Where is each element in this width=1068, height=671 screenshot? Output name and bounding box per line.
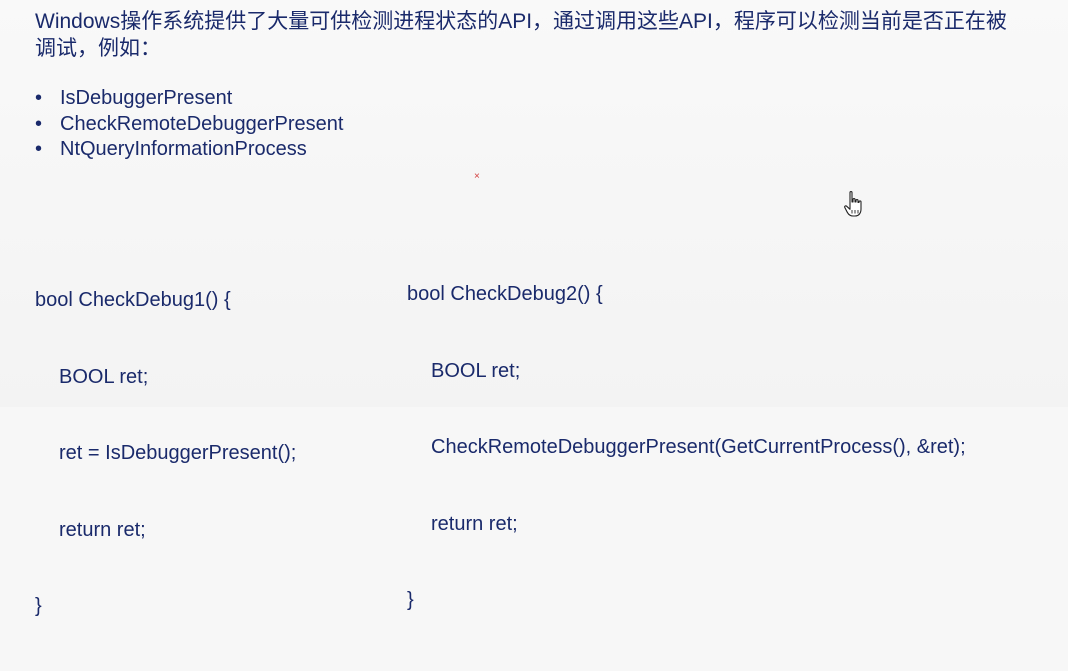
api-list-item: CheckRemoteDebuggerPresent — [35, 112, 344, 138]
intro-text: Windows操作系统提供了大量可供检测进程状态的API，通过调用这些API，程… — [35, 10, 1007, 60]
code-line: CheckRemoteDebuggerPresent(GetCurrentPro… — [431, 436, 966, 458]
code-line: } — [35, 595, 42, 617]
code-line: BOOL ret; — [431, 359, 521, 382]
code-block-checkdebug2: bool CheckDebug2() { BOOL ret; CheckRemo… — [407, 231, 966, 665]
slide: Windows操作系统提供了大量可供检测进程状态的API，通过调用这些API，程… — [0, 0, 1068, 617]
api-list-item: NtQueryInformationProcess — [35, 137, 344, 163]
code-line: BOOL ret; — [59, 365, 149, 388]
api-list-item: IsDebuggerPresent — [35, 86, 344, 112]
code-block-checkdebug1: bool CheckDebug1() { BOOL ret; ret = IsD… — [35, 237, 296, 671]
hand-pointer-icon — [844, 191, 862, 217]
code-line: bool CheckDebug2() { — [407, 283, 603, 305]
code-line: } — [407, 589, 414, 611]
api-list: IsDebuggerPresent CheckRemoteDebuggerPre… — [35, 86, 344, 163]
code-line: bool CheckDebug1() { — [35, 289, 231, 311]
red-marker: × — [474, 171, 480, 182]
code-line: return ret; — [59, 518, 146, 541]
code-line: return ret; — [431, 512, 518, 535]
code-line: ret = IsDebuggerPresent(); — [59, 442, 297, 464]
